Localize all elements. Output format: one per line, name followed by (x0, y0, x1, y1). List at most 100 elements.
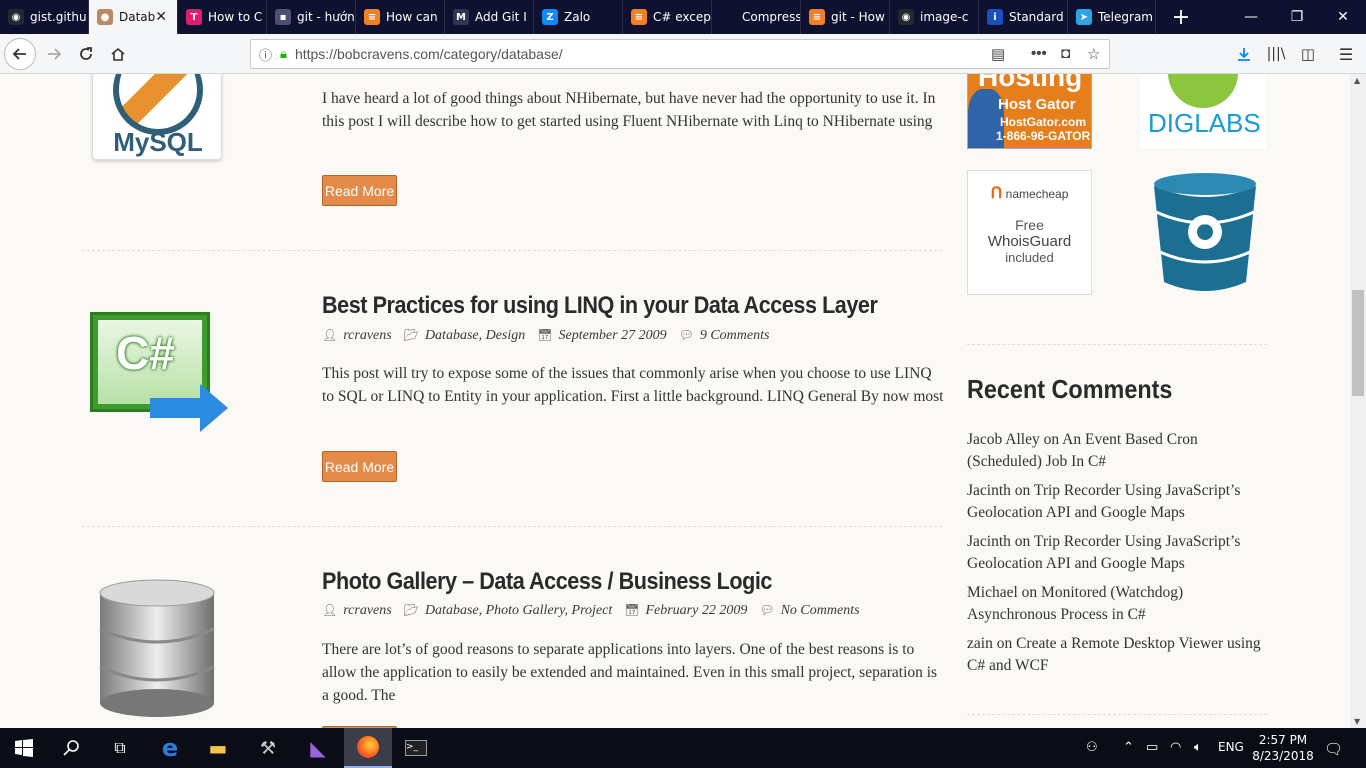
tab-label: gist.githu (30, 10, 87, 24)
tab-item[interactable]: ◉ image-c (890, 0, 979, 34)
sidebar-button[interactable]: ◫ (1292, 38, 1324, 70)
address-bar[interactable]: ⓘ 🔒︎ https://bobcravens.com/category/dat… (250, 39, 1110, 69)
tab-item[interactable]: ● Datab ✕ (89, 0, 178, 34)
browser-nav-bar: ⓘ 🔒︎ https://bobcravens.com/category/dat… (0, 34, 1366, 74)
namecheap-ad[interactable]: ᑎ namecheap Free WhoisGuard included (967, 170, 1092, 295)
tab-item[interactable]: ◉ gist.githu (0, 0, 89, 34)
battery-icon[interactable]: ▭ (1146, 740, 1158, 755)
clock[interactable]: 2:57 PM 8/23/2018 (1252, 732, 1314, 764)
scroll-up-icon[interactable]: ▲ (1354, 76, 1360, 85)
volume-icon[interactable]: 🔈︎ (1194, 740, 1202, 755)
comment-author[interactable]: Jacinth (967, 533, 1011, 550)
comment-author[interactable]: zain (967, 635, 993, 652)
page-content: MySQL I have heard a lot of good things … (0, 74, 1350, 728)
windows-logo-icon (15, 739, 33, 757)
comment-post-link[interactable]: Create a Remote Desktop Viewer using C# … (967, 635, 1261, 674)
tab-item[interactable]: ➤ Telegram (1068, 0, 1156, 34)
task-view-button[interactable]: ⧉ (96, 728, 144, 768)
scrollbar-thumb[interactable] (1352, 290, 1364, 396)
wifi-icon[interactable]: ◠ (1170, 740, 1181, 755)
tab-item[interactable]: Z Zalo (534, 0, 623, 34)
hostgator-phone-text: 1-866-96-GATOR (996, 129, 1091, 143)
minimize-icon[interactable]: — (1228, 0, 1274, 34)
tab-item[interactable]: ≡ git - How (801, 0, 890, 34)
back-button[interactable] (4, 38, 36, 70)
comment-author[interactable]: Michael (967, 584, 1018, 601)
action-center-icon[interactable]: 🗨︎ (1324, 740, 1343, 758)
language-indicator[interactable]: ENG (1218, 740, 1244, 754)
sidebar-divider (967, 714, 1267, 715)
post-2-image[interactable]: C# (90, 312, 230, 436)
tab-close-icon[interactable]: ✕ (155, 9, 167, 25)
post-1-image[interactable]: MySQL (92, 74, 222, 160)
post-3-author[interactable]: rcravens (343, 603, 391, 618)
search-icon (63, 740, 79, 756)
bucket-ad[interactable] (1152, 172, 1258, 294)
post-3-title[interactable]: Photo Gallery – Data Access / Business L… (322, 568, 772, 596)
calendar-icon: 📅︎ (624, 603, 640, 617)
library-button[interactable]: |||\ (1260, 38, 1292, 70)
sidebar-divider (967, 344, 1267, 345)
search-button[interactable] (48, 728, 96, 768)
people-icon[interactable]: ⚇ (1086, 740, 1098, 755)
download-icon (1238, 48, 1250, 61)
tab-item[interactable]: ≡ How can (356, 0, 445, 34)
edge-app[interactable]: e (146, 728, 194, 768)
post-1-read-more-button[interactable]: Read More (322, 175, 397, 206)
terminal-icon: >_ (405, 740, 427, 756)
tools-app[interactable]: ⚒ (244, 728, 292, 768)
task-view-icon: ⧉ (114, 738, 126, 757)
tab-item[interactable]: Compress Im (712, 0, 801, 34)
diglabs-ad[interactable]: DIGLABS (1140, 74, 1266, 148)
terminal-app[interactable]: >_ (392, 728, 440, 768)
diglabs-logo-text: DIGLABS (1148, 108, 1261, 138)
folder-icon: ▬ (208, 736, 228, 760)
tab-item[interactable]: M Add Git I (445, 0, 534, 34)
home-button[interactable] (102, 38, 134, 70)
tab-label: How can (386, 10, 438, 24)
reload-button[interactable] (70, 38, 102, 70)
browser-tab-bar: ◉gist.githu●Datab✕THow to C▪git - hướng … (0, 0, 1366, 34)
new-tab-icon[interactable]: + (1158, 0, 1204, 34)
pocket-icon[interactable]: ◘ (1061, 45, 1070, 62)
tab-label: C# excep (653, 10, 711, 24)
reader-view-icon[interactable]: ▤ (991, 45, 1005, 63)
tab-label: Compress Im (742, 10, 800, 24)
firefox-app[interactable] (344, 728, 392, 768)
tab-item[interactable]: T How to C (178, 0, 267, 34)
tab-item[interactable]: ≡ C# excep (623, 0, 712, 34)
comment-author[interactable]: Jacob Alley (967, 431, 1040, 448)
page-actions-icon[interactable]: ••• (1031, 45, 1047, 62)
post-3-categories[interactable]: Database, Photo Gallery, Project (425, 603, 612, 618)
start-button[interactable] (0, 728, 48, 768)
show-hidden-icons[interactable]: ⌃ (1123, 740, 1134, 755)
post-3-comments[interactable]: No Comments (781, 603, 860, 618)
file-explorer-app[interactable]: ▬ (194, 728, 242, 768)
scroll-down-icon[interactable]: ▼ (1354, 717, 1360, 726)
page-scrollbar[interactable]: ▲ ▼ (1350, 74, 1366, 728)
post-2-categories[interactable]: Database, Design (425, 328, 525, 343)
namecheap-logo-icon: ᑎ (990, 185, 1003, 202)
hostgator-ad[interactable]: Hosting Host Gator HostGator.com 1-866-9… (967, 74, 1092, 149)
tab-label: git - hướng d (297, 10, 355, 24)
menu-button[interactable]: ☰ (1330, 38, 1362, 70)
post-2-comments[interactable]: 9 Comments (700, 328, 770, 343)
comment-author[interactable]: Jacinth (967, 482, 1011, 499)
post-3-image[interactable] (98, 579, 216, 719)
visual-studio-app[interactable]: ◣ (294, 728, 342, 768)
post-2-read-more-button[interactable]: Read More (322, 451, 397, 482)
post-3-date: February 22 2009 (645, 603, 748, 618)
tab-item[interactable]: ▪ git - hướng d (267, 0, 356, 34)
tab-item[interactable]: i Standard (979, 0, 1068, 34)
forward-button[interactable] (38, 38, 70, 70)
post-2-author[interactable]: rcravens (343, 328, 391, 343)
post-2-title[interactable]: Best Practices for using LINQ in your Da… (322, 292, 878, 320)
close-window-icon[interactable]: ✕ (1320, 0, 1366, 34)
url-text[interactable]: https://bobcravens.com/category/database… (295, 46, 563, 62)
tab-label: Add Git I (475, 10, 527, 24)
info-icon[interactable]: ⓘ (259, 45, 272, 64)
download-button[interactable] (1228, 38, 1260, 70)
tools-icon: ⚒ (259, 737, 277, 759)
bookmark-star-icon[interactable]: ☆ (1087, 45, 1100, 63)
maximize-icon[interactable]: ❐ (1274, 0, 1320, 34)
